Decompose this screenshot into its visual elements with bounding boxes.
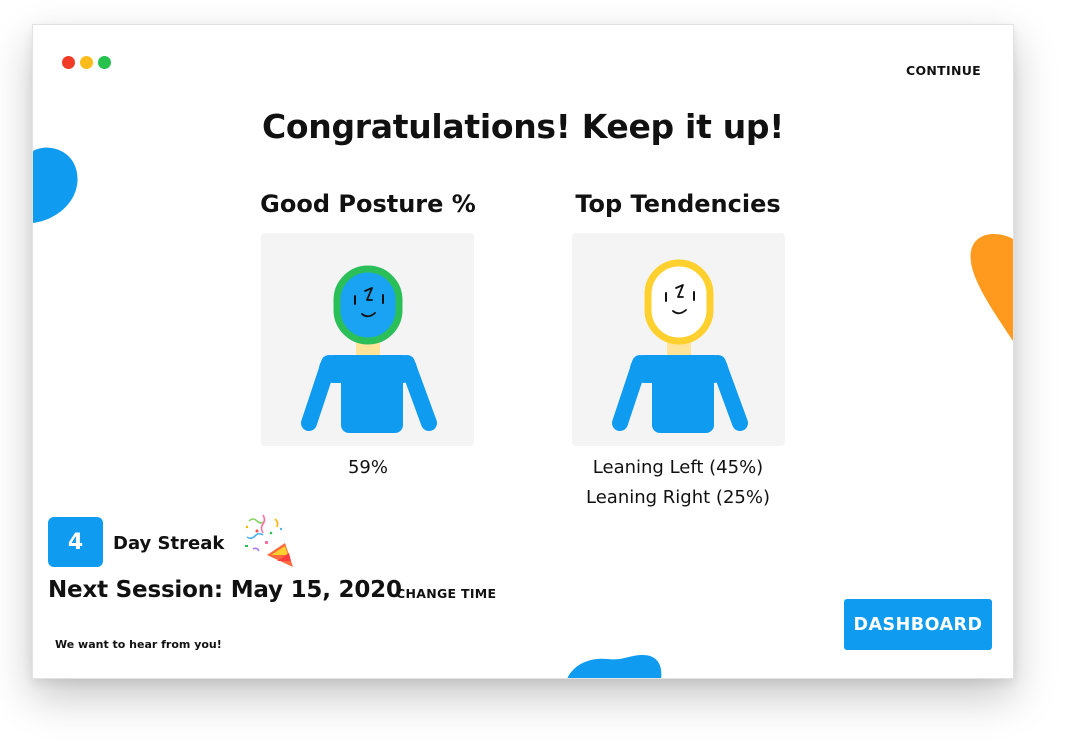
tendency-item-right: Leaning Right (25%) xyxy=(586,487,770,508)
maximize-window-button[interactable] xyxy=(98,56,111,69)
close-window-button[interactable] xyxy=(62,56,75,69)
page-title: Congratulations! Keep it up! xyxy=(261,107,785,146)
next-session-date: Next Session: May 15, 2020 xyxy=(48,577,402,603)
tendencies-title: Top Tendencies xyxy=(575,190,781,218)
dashboard-button[interactable]: DASHBOARD xyxy=(844,599,992,650)
tendency-item-left: Leaning Left (45%) xyxy=(592,457,764,478)
streak-label: Day Streak xyxy=(113,533,225,554)
posture-percentage: 59% xyxy=(347,457,388,478)
party-popper-icon xyxy=(245,514,293,567)
good-posture-avatar-icon xyxy=(301,265,437,433)
app-window: CONTINUE Congratulations! Keep it up! Go… xyxy=(32,24,1014,679)
continue-link[interactable]: CONTINUE xyxy=(906,63,981,78)
blue-blob-bottom xyxy=(567,655,662,678)
change-time-link[interactable]: CHANGE TIME xyxy=(396,586,496,601)
feedback-link[interactable]: We want to hear from you! xyxy=(55,638,222,651)
tendency-avatar-icon xyxy=(612,259,748,433)
posture-avatar-card xyxy=(261,233,474,446)
tendencies-avatar-card xyxy=(572,233,785,446)
posture-title: Good Posture % xyxy=(260,190,476,218)
orange-blob-right xyxy=(970,234,1013,341)
blue-blob-left xyxy=(33,147,78,223)
window-controls xyxy=(62,56,111,69)
streak-count-badge: 4 xyxy=(48,517,103,567)
minimize-window-button[interactable] xyxy=(80,56,93,69)
